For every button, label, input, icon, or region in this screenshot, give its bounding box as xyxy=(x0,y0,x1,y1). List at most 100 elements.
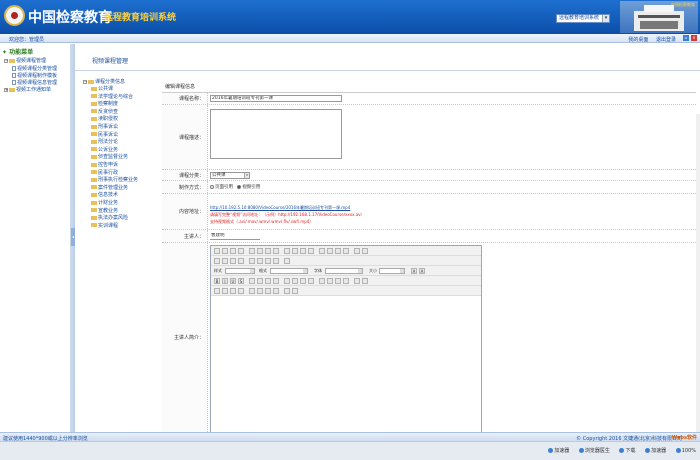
format-select[interactable] xyxy=(270,268,308,274)
lecturer-input[interactable]: 曹建明 xyxy=(210,233,260,240)
category-item[interactable]: 实训课程 xyxy=(91,222,118,229)
download-item[interactable]: 下载 xyxy=(619,448,636,454)
blockquote-icon[interactable] xyxy=(300,278,306,284)
close-icon[interactable]: × xyxy=(691,35,697,41)
category-item[interactable]: 法学理论与综合 xyxy=(91,93,133,100)
category-item[interactable]: 刑法分论 xyxy=(91,138,118,145)
button-icon[interactable] xyxy=(265,258,271,264)
browser-doctor-item[interactable]: 浏览器医生 xyxy=(578,448,610,454)
select-icon[interactable] xyxy=(257,258,263,264)
accelerator-item[interactable]: 加速器 xyxy=(548,448,569,454)
category-item[interactable]: 控告申诉 xyxy=(91,161,118,168)
category-item[interactable]: 渎职侵权 xyxy=(91,115,118,122)
category-item[interactable]: 侦查监督业务 xyxy=(91,153,128,160)
category-item[interactable]: 公诉业务 xyxy=(91,146,118,153)
sidebar-section-notice[interactable]: + 视频工作通知单 xyxy=(4,86,51,93)
redo-icon[interactable] xyxy=(327,248,333,254)
category-item[interactable]: 民事诉讼 xyxy=(91,131,118,138)
page-break-icon[interactable] xyxy=(265,288,271,294)
special-char-icon[interactable] xyxy=(257,288,263,294)
category-select[interactable]: 公共课 ▾ xyxy=(210,172,250,179)
table-icon[interactable] xyxy=(230,288,236,294)
method-option-page[interactable]: 页面引用 xyxy=(210,184,233,190)
underline-icon[interactable]: U xyxy=(230,278,236,284)
paste-text-icon[interactable] xyxy=(292,248,298,254)
sidebar-item-category[interactable]: 视频课程分类管理 xyxy=(12,65,57,72)
undo-icon[interactable] xyxy=(319,248,325,254)
speedup-item[interactable]: 加速器 xyxy=(645,448,666,454)
unlink-icon[interactable] xyxy=(354,278,360,284)
cut-icon[interactable] xyxy=(265,248,271,254)
category-item[interactable]: 案件管理业务 xyxy=(91,184,128,191)
link-icon[interactable] xyxy=(343,278,349,284)
align-right-icon[interactable] xyxy=(327,278,333,284)
numbered-list-icon[interactable] xyxy=(265,278,271,284)
justify-icon[interactable] xyxy=(335,278,341,284)
horizontal-rule-icon[interactable] xyxy=(238,288,244,294)
select-all-icon[interactable] xyxy=(354,248,360,254)
category-item[interactable]: 反贪侦查 xyxy=(91,108,118,115)
superscript-icon[interactable] xyxy=(257,278,263,284)
about-icon[interactable] xyxy=(292,288,298,294)
bg-color-icon[interactable]: A xyxy=(419,268,425,274)
text-color-icon[interactable]: A xyxy=(411,268,417,274)
textarea-icon[interactable] xyxy=(249,258,255,264)
category-item[interactable]: 计财业务 xyxy=(91,199,118,206)
remove-format-icon[interactable] xyxy=(362,248,368,254)
italic-icon[interactable]: I xyxy=(222,278,228,284)
flash-icon[interactable] xyxy=(222,288,228,294)
category-item[interactable]: 宣教业务 xyxy=(91,207,118,214)
find-icon[interactable] xyxy=(335,248,341,254)
logout-link[interactable]: 退出登录 xyxy=(656,37,676,43)
subscript-icon[interactable] xyxy=(249,278,255,284)
description-textarea[interactable] xyxy=(210,109,342,159)
new-doc-icon[interactable] xyxy=(230,248,236,254)
zoom-level[interactable]: 100% xyxy=(675,448,696,454)
radio-icon[interactable] xyxy=(230,258,236,264)
outdent-icon[interactable] xyxy=(284,278,290,284)
restore-icon[interactable]: ▫ xyxy=(683,35,689,41)
image-button-icon[interactable] xyxy=(273,258,279,264)
hidden-field-icon[interactable] xyxy=(284,258,290,264)
show-blocks-icon[interactable] xyxy=(284,288,290,294)
smiley-icon[interactable] xyxy=(249,288,255,294)
size-select[interactable] xyxy=(379,268,405,274)
sidebar-item-info[interactable]: 视频课程信息管理 xyxy=(12,79,57,86)
category-item[interactable]: 刑事执行检察业务 xyxy=(91,176,138,183)
font-select[interactable] xyxy=(325,268,363,274)
sidebar-section-video-course[interactable]: − 视频课程管理 xyxy=(4,57,46,64)
form-icon[interactable] xyxy=(214,258,220,264)
content-url-input[interactable]: http://10.192.5.10:8080/VideoCourse/2016… xyxy=(210,205,350,211)
indent-icon[interactable] xyxy=(292,278,298,284)
replace-icon[interactable] xyxy=(343,248,349,254)
category-item[interactable]: 信息技术 xyxy=(91,191,118,198)
category-item[interactable]: 刑事诉讼 xyxy=(91,123,118,130)
image-icon[interactable] xyxy=(214,288,220,294)
template-icon[interactable] xyxy=(257,248,263,254)
anchor-icon[interactable] xyxy=(362,278,368,284)
category-item[interactable]: 执法办案风险 xyxy=(91,214,128,221)
align-left-icon[interactable] xyxy=(308,278,314,284)
system-select[interactable]: 远程教育培训系统 ▾ xyxy=(556,14,610,23)
spellcheck-icon[interactable] xyxy=(308,248,314,254)
align-center-icon[interactable] xyxy=(319,278,325,284)
source-icon[interactable] xyxy=(214,248,220,254)
method-option-video[interactable]: 视频引用 xyxy=(237,184,260,190)
copy-icon[interactable] xyxy=(273,248,279,254)
paste-word-icon[interactable] xyxy=(300,248,306,254)
preview-icon[interactable] xyxy=(238,248,244,254)
bullet-list-icon[interactable] xyxy=(273,278,279,284)
paste-icon[interactable] xyxy=(284,248,290,254)
category-root[interactable]: − 课程分类信息 xyxy=(83,78,125,85)
bold-icon[interactable]: B xyxy=(214,278,220,284)
rich-text-editor[interactable]: 样式 格式 字体 大小 A A BIUS xyxy=(210,245,482,450)
my-desktop-link[interactable]: 我的桌面 xyxy=(628,37,648,43)
category-item[interactable]: 民事行政 xyxy=(91,169,118,176)
page-scrollbar[interactable] xyxy=(696,114,700,432)
maximize-icon[interactable] xyxy=(273,288,279,294)
category-item[interactable]: 公共课 xyxy=(91,85,113,92)
strike-icon[interactable]: S xyxy=(238,278,244,284)
print-icon[interactable] xyxy=(249,248,255,254)
sidebar-item-template[interactable]: 视频课程制作模板 xyxy=(12,72,57,79)
textfield-icon[interactable] xyxy=(238,258,244,264)
